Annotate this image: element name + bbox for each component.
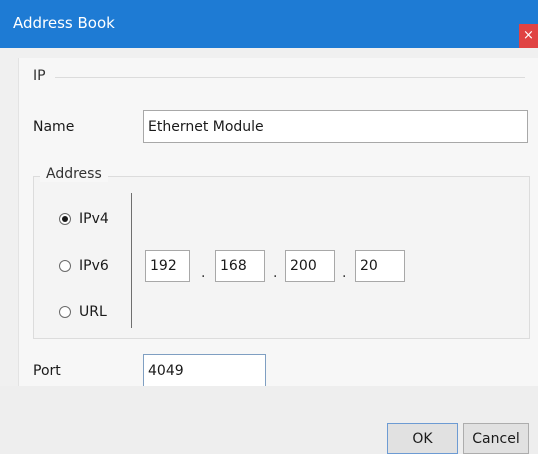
ip-octet-1-field[interactable] [145, 250, 190, 282]
radio-ipv6-indicator [59, 260, 71, 272]
ip-group-caption: IP [33, 68, 46, 84]
ip-octet-3-field[interactable] [285, 250, 335, 282]
port-field[interactable] [143, 354, 266, 387]
close-button[interactable]: × [519, 24, 538, 48]
cancel-button[interactable]: Cancel [463, 423, 529, 454]
radio-ipv4-indicator [59, 213, 71, 225]
title-bar[interactable]: Address Book × [0, 0, 538, 48]
ok-button[interactable]: OK [387, 423, 458, 454]
radio-ipv4-label: IPv4 [79, 211, 109, 227]
name-field[interactable] [143, 110, 528, 143]
radio-ipv6[interactable]: IPv6 [59, 256, 109, 276]
name-label: Name [33, 119, 75, 135]
address-book-dialog: Address Book × IP Name Address IPv4 IPv6… [0, 0, 538, 454]
ip-group-divider [55, 77, 525, 78]
close-icon: × [523, 28, 534, 43]
radio-url[interactable]: URL [59, 302, 107, 322]
ip-separator-3: . [342, 265, 347, 281]
ip-octet-4-field[interactable] [355, 250, 405, 282]
window-title: Address Book [13, 14, 115, 32]
address-group-caption: Address [40, 166, 108, 182]
radio-ipv6-label: IPv6 [79, 258, 109, 274]
port-label: Port [33, 363, 61, 379]
ip-separator-1: . [201, 265, 206, 281]
radio-ipv4[interactable]: IPv4 [59, 209, 109, 229]
radio-url-indicator [59, 306, 71, 318]
radio-url-label: URL [79, 304, 107, 320]
ip-separator-2: . [273, 265, 278, 281]
ip-octet-2-field[interactable] [215, 250, 265, 282]
address-type-separator [131, 193, 132, 328]
